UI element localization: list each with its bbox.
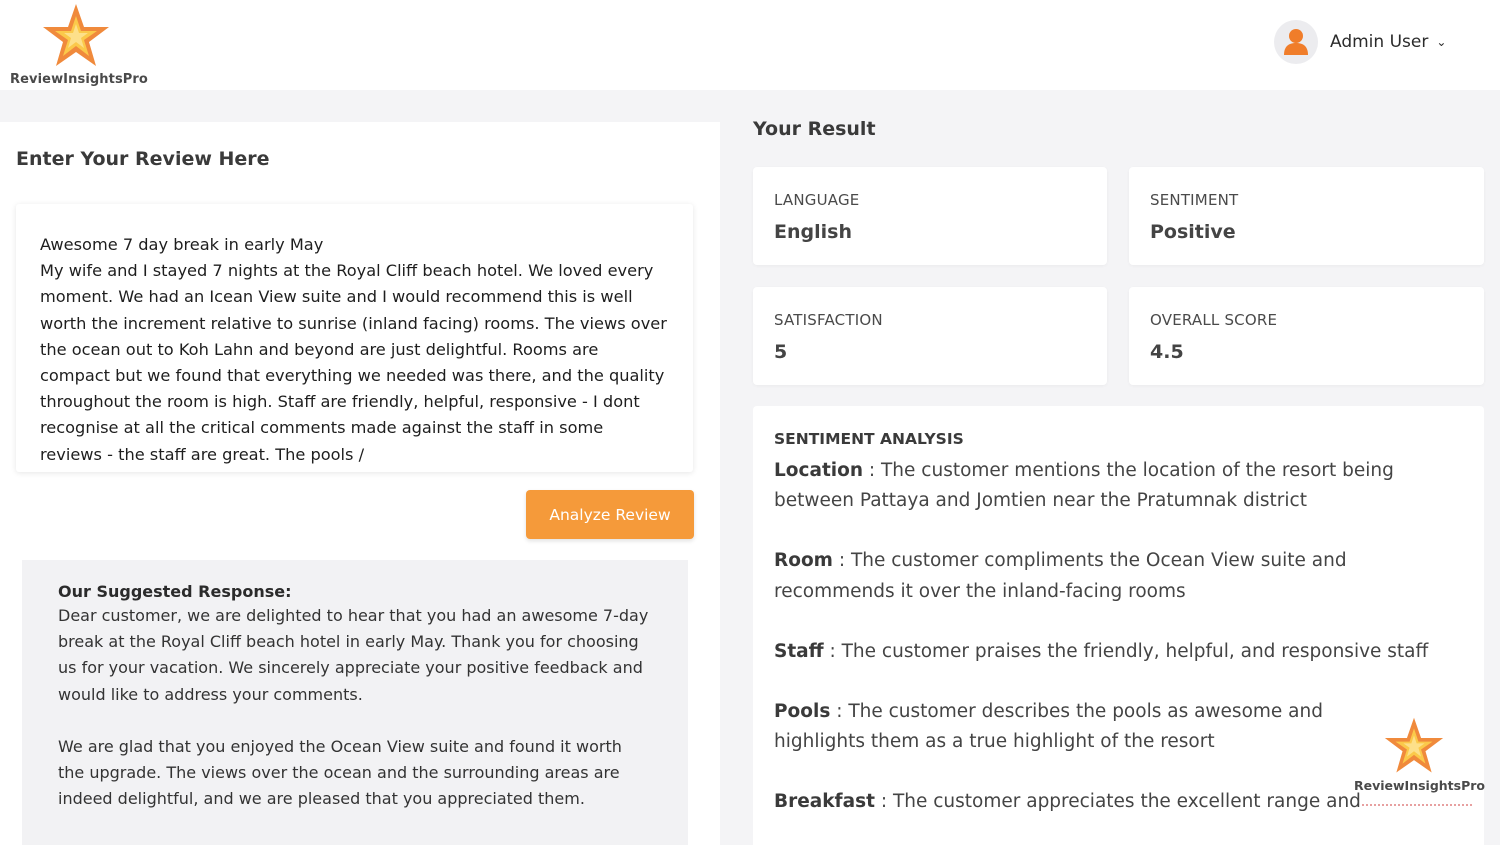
analysis-key: Breakfast (774, 791, 875, 813)
analysis-text: : The customer compliments the Ocean Vie… (774, 550, 1347, 602)
analysis-item-pools: Pools : The customer describes the pools… (774, 697, 1354, 757)
analysis-text: : The customer describes the pools as aw… (774, 701, 1323, 753)
language-card: LANGUAGE English (753, 167, 1107, 265)
brand-name: ReviewInsightsPro (10, 72, 148, 87)
user-avatar-icon[interactable] (1274, 20, 1318, 64)
card-value: 4.5 (1150, 341, 1184, 363)
analysis-text: : The customer appreciates the excellent… (874, 791, 1361, 813)
overall-score-card: OVERALL SCORE 4.5 (1129, 287, 1484, 385)
top-bar: ReviewInsightsPro Admin User ⌄ (0, 0, 1500, 90)
watermark-logo: ReviewInsightsPro (1352, 716, 1486, 816)
result-title: Your Result (753, 118, 876, 140)
chevron-down-icon[interactable]: ⌄ (1436, 35, 1446, 49)
suggested-response-panel: Our Suggested Response: Dear customer, w… (22, 560, 688, 845)
card-label: OVERALL SCORE (1150, 311, 1278, 329)
card-label: SATISFACTION (774, 311, 883, 329)
review-input[interactable]: Awesome 7 day break in early May My wife… (40, 232, 669, 472)
analysis-item-location: Location : The customer mentions the loc… (774, 456, 1434, 516)
review-input-panel: Enter Your Review Here Awesome 7 day bre… (0, 122, 720, 845)
analysis-item-room: Room : The customer compliments the Ocea… (774, 546, 1434, 606)
analysis-text: : The customer mentions the location of … (774, 460, 1394, 512)
analysis-key: Pools (774, 701, 831, 723)
sentiment-card: SENTIMENT Positive (1129, 167, 1484, 265)
brand-logo[interactable]: ReviewInsightsPro (10, 2, 150, 88)
user-name: Admin User (1330, 32, 1429, 52)
analysis-key: Room (774, 550, 833, 572)
star-logo-icon (1384, 717, 1444, 773)
review-input-container: Awesome 7 day break in early May My wife… (16, 204, 693, 472)
analysis-key: Location (774, 460, 864, 481)
card-label: LANGUAGE (774, 191, 860, 209)
user-menu[interactable]: Admin User ⌄ (1274, 20, 1446, 64)
suggested-response-paragraph: Dear customer, we are delighted to hear … (58, 606, 649, 704)
analysis-key: Staff (774, 640, 824, 662)
star-logo-icon (43, 4, 109, 66)
analysis-item-staff: Staff : The customer praises the friendl… (774, 637, 1434, 667)
analysis-item-breakfast: Breakfast : The customer appreciates the… (774, 787, 1434, 817)
watermark-tagline (1362, 804, 1472, 807)
review-panel-title: Enter Your Review Here (16, 148, 270, 170)
card-value: 5 (774, 341, 788, 363)
card-value: English (774, 221, 852, 243)
suggested-response-title: Our Suggested Response: (58, 582, 292, 601)
analysis-text: : The customer praises the friendly, hel… (823, 640, 1429, 662)
sentiment-analysis-title: SENTIMENT ANALYSIS (774, 430, 964, 448)
card-value: Positive (1150, 221, 1236, 243)
suggested-response-paragraph: We are glad that you enjoyed the Ocean V… (58, 736, 622, 809)
satisfaction-card: SATISFACTION 5 (753, 287, 1107, 385)
analyze-review-button[interactable]: Analyze Review (526, 490, 694, 539)
card-label: SENTIMENT (1150, 191, 1239, 209)
watermark-brand-name: ReviewInsightsPro (1354, 778, 1486, 793)
